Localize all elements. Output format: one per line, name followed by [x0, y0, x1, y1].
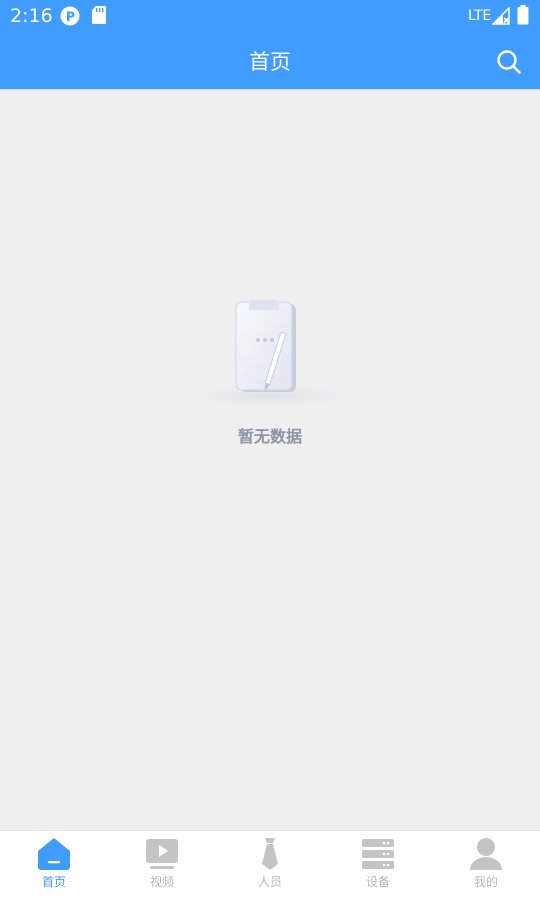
sd-card-icon [92, 6, 106, 28]
network-type: LTE [468, 8, 492, 24]
tab-personnel-label: 人员 [257, 875, 282, 889]
status-bar: 2:16 LTE [0, 0, 540, 32]
tab-video[interactable]: 视频 [108, 831, 216, 897]
tab-mine[interactable]: 我的 [432, 831, 540, 897]
tab-device[interactable]: 设备 [324, 831, 432, 897]
tab-video-label: 视频 [149, 875, 174, 889]
home-icon [38, 838, 70, 870]
bottom-tab-bar: 首页 视频 人员 设备 我的 [0, 830, 540, 897]
tab-mine-label: 我的 [473, 875, 498, 889]
empty-clipboard-icon [172, 290, 368, 414]
app-header: 首页 [0, 32, 540, 91]
tab-device-label: 设备 [365, 875, 390, 889]
person-tie-icon [262, 838, 278, 870]
page-title: 首页 [249, 50, 291, 74]
empty-message: 暂无数据 [237, 427, 302, 446]
tab-home[interactable]: 首页 [0, 831, 108, 897]
video-icon [146, 839, 178, 869]
user-icon [470, 838, 502, 870]
server-icon [362, 839, 394, 869]
notification-app-icon [60, 6, 80, 30]
signal-icon [491, 6, 510, 29]
search-button[interactable] [494, 47, 524, 77]
tab-personnel[interactable]: 人员 [216, 831, 324, 897]
tab-home-label: 首页 [41, 875, 66, 889]
status-time: 2:16 [10, 5, 53, 27]
search-icon [497, 50, 521, 74]
battery-icon [517, 5, 529, 29]
